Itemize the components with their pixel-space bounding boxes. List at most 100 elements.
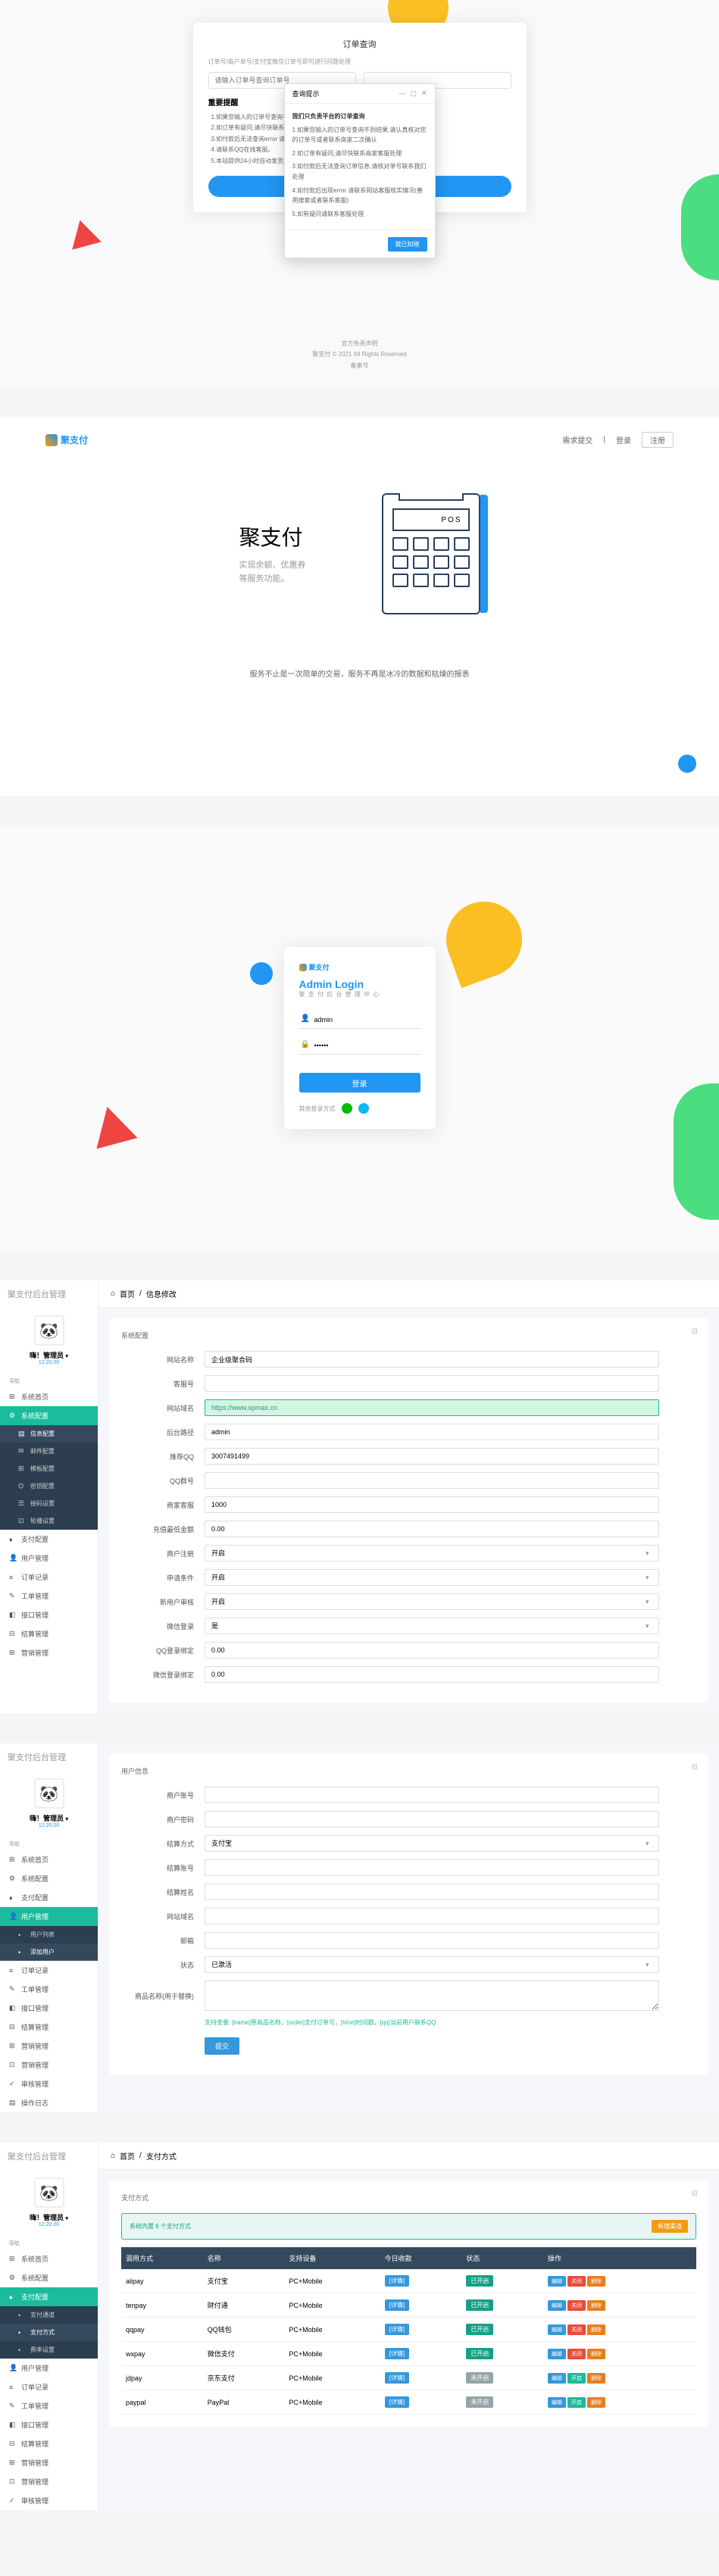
sidebar-item[interactable]: ✎工单管理 [0,1980,98,1999]
submit-button[interactable]: 提交 [205,2037,239,2055]
field-select[interactable]: 开启 [205,1593,659,1610]
field-select[interactable]: 支付宝 [205,1835,659,1852]
field-input[interactable] [205,1787,659,1803]
field-input[interactable] [205,1448,659,1465]
sidebar-item[interactable]: 👤用户管理 [0,1907,98,1926]
sidebar-item[interactable]: ◧接口管理 [0,1605,98,1624]
field-input[interactable] [205,1424,659,1440]
home-icon[interactable]: ⌂ [111,2152,115,2160]
sidebar-item[interactable]: ☰接码设置 [0,1495,98,1512]
sidebar-item[interactable]: ⊞营销管理 [0,2453,98,2472]
sidebar-item[interactable]: ≡订单记录 [0,2377,98,2396]
login-button[interactable]: 登录 [299,1073,420,1093]
qq-icon[interactable] [358,1103,369,1114]
sidebar-item[interactable]: ✓审核管理 [0,2491,98,2510]
sidebar-item[interactable]: •费率设置 [0,2341,98,2359]
sidebar-item[interactable]: ✎工单管理 [0,2396,98,2415]
edit-button[interactable]: 编辑 [548,2349,566,2359]
sidebar-item[interactable]: ⊞系统首页 [0,1387,98,1406]
sidebar-item[interactable]: ▤操作日志 [0,2093,98,2112]
home-icon[interactable]: ⌂ [111,1290,115,1298]
delete-button[interactable]: 删除 [587,2397,605,2408]
sidebar-item[interactable]: ⊟结算管理 [0,1624,98,1643]
sidebar-item[interactable]: ≡订单记录 [0,1568,98,1587]
field-input[interactable] [205,1859,659,1876]
field-input[interactable] [205,1375,659,1392]
admin-username[interactable]: 嗨！管理员 ▾ [8,1350,90,1360]
sidebar-item[interactable]: ⛭密钥配置 [0,1477,98,1495]
edit-button[interactable]: 编辑 [548,2373,566,2384]
sidebar-item[interactable]: ♦支付配置 [0,2287,98,2306]
field-input[interactable] [205,1811,659,1827]
panel-toggle-icon[interactable]: ⊟ [692,2190,698,2198]
sidebar-item[interactable]: ◧接口管理 [0,2415,98,2434]
close-button[interactable]: 关闭 [567,2349,586,2359]
nav-login[interactable]: 登录 [616,434,631,445]
field-input[interactable] [205,1496,659,1513]
sidebar-item[interactable]: 👤用户管理 [0,2359,98,2377]
detail-badge[interactable]: [详情] [385,2324,409,2335]
panel-toggle-icon[interactable]: ⊟ [692,1763,698,1771]
modal-confirm-button[interactable]: 我已知晓 [388,237,427,252]
nav-demand[interactable]: 需求提交 [562,434,592,445]
sidebar-item[interactable]: ⚙系统配置 [0,2268,98,2287]
add-channel-button[interactable]: 新增渠道 [652,2220,688,2233]
sidebar-item[interactable]: ⊡轮播设置 [0,1512,98,1530]
delete-button[interactable]: 删除 [587,2373,605,2384]
panel-toggle-icon[interactable]: ⊟ [692,1327,698,1336]
minimize-icon[interactable]: — [399,89,405,98]
sidebar-item[interactable]: ⊡营销管理 [0,2472,98,2491]
sidebar-item[interactable]: •用户列表 [0,1926,98,1943]
field-select[interactable]: 开启 [205,1569,659,1586]
username-input[interactable] [299,1011,420,1029]
sidebar-item[interactable]: •支付通道 [0,2306,98,2324]
detail-badge[interactable]: [详情] [385,2396,409,2408]
sidebar-item[interactable]: ⊡营销管理 [0,2055,98,2074]
open-button[interactable]: 开启 [567,2397,586,2408]
field-input[interactable] [205,1884,659,1900]
detail-badge[interactable]: [详情] [385,2348,409,2359]
field-select[interactable]: 已激活 [205,1956,659,1973]
sidebar-item[interactable]: •支付方式 [0,2324,98,2341]
close-icon[interactable]: ✕ [421,89,427,98]
nav-register-button[interactable]: 注册 [642,432,674,448]
detail-badge[interactable]: [详情] [385,2372,409,2384]
sidebar-item[interactable]: •添加用户 [0,1943,98,1961]
delete-button[interactable]: 删除 [587,2349,605,2359]
admin-username[interactable]: 嗨！管理员 ▾ [8,1813,90,1823]
sidebar-item[interactable]: ⊞营销管理 [0,2037,98,2055]
sidebar-item[interactable]: ⊟结算管理 [0,2434,98,2453]
field-select[interactable]: 开启 [205,1545,659,1562]
field-textarea[interactable] [205,1980,659,2011]
field-input[interactable] [205,1642,659,1658]
detail-badge[interactable]: [详情] [385,2275,409,2287]
sidebar-item[interactable]: ⚙系统配置 [0,1406,98,1425]
field-select[interactable]: 是 [205,1618,659,1634]
close-button[interactable]: 关闭 [567,2324,586,2335]
field-input[interactable] [205,1472,659,1489]
wechat-icon[interactable] [342,1103,352,1114]
sidebar-item[interactable]: ≡订单记录 [0,1961,98,1980]
maximize-icon[interactable]: ▢ [410,89,417,98]
edit-button[interactable]: 编辑 [548,2324,566,2335]
admin-username[interactable]: 嗨！管理员 ▾ [8,2212,90,2222]
delete-button[interactable]: 删除 [587,2276,605,2287]
fab-button[interactable] [678,755,696,773]
sidebar-item[interactable]: ⊟结算管理 [0,2018,98,2037]
edit-button[interactable]: 编辑 [548,2397,566,2408]
sidebar-item[interactable]: ✉邮件配置 [0,1443,98,1460]
sidebar-item[interactable]: ✎工单管理 [0,1587,98,1605]
field-input[interactable] [205,1399,659,1416]
sidebar-item[interactable]: ◧接口管理 [0,1999,98,2018]
delete-button[interactable]: 删除 [587,2300,605,2311]
sidebar-item[interactable]: ⚙系统配置 [0,1869,98,1888]
field-input[interactable] [205,1908,659,1924]
edit-button[interactable]: 编辑 [548,2300,566,2311]
sidebar-item[interactable]: ⊞系统首页 [0,2249,98,2268]
field-input[interactable] [205,1932,659,1949]
open-button[interactable]: 开启 [567,2373,586,2384]
detail-badge[interactable]: [详情] [385,2299,409,2311]
sidebar-item[interactable]: ⊞营销管理 [0,1643,98,1662]
sidebar-item[interactable]: ⊞系统首页 [0,1850,98,1869]
edit-button[interactable]: 编辑 [548,2276,566,2287]
